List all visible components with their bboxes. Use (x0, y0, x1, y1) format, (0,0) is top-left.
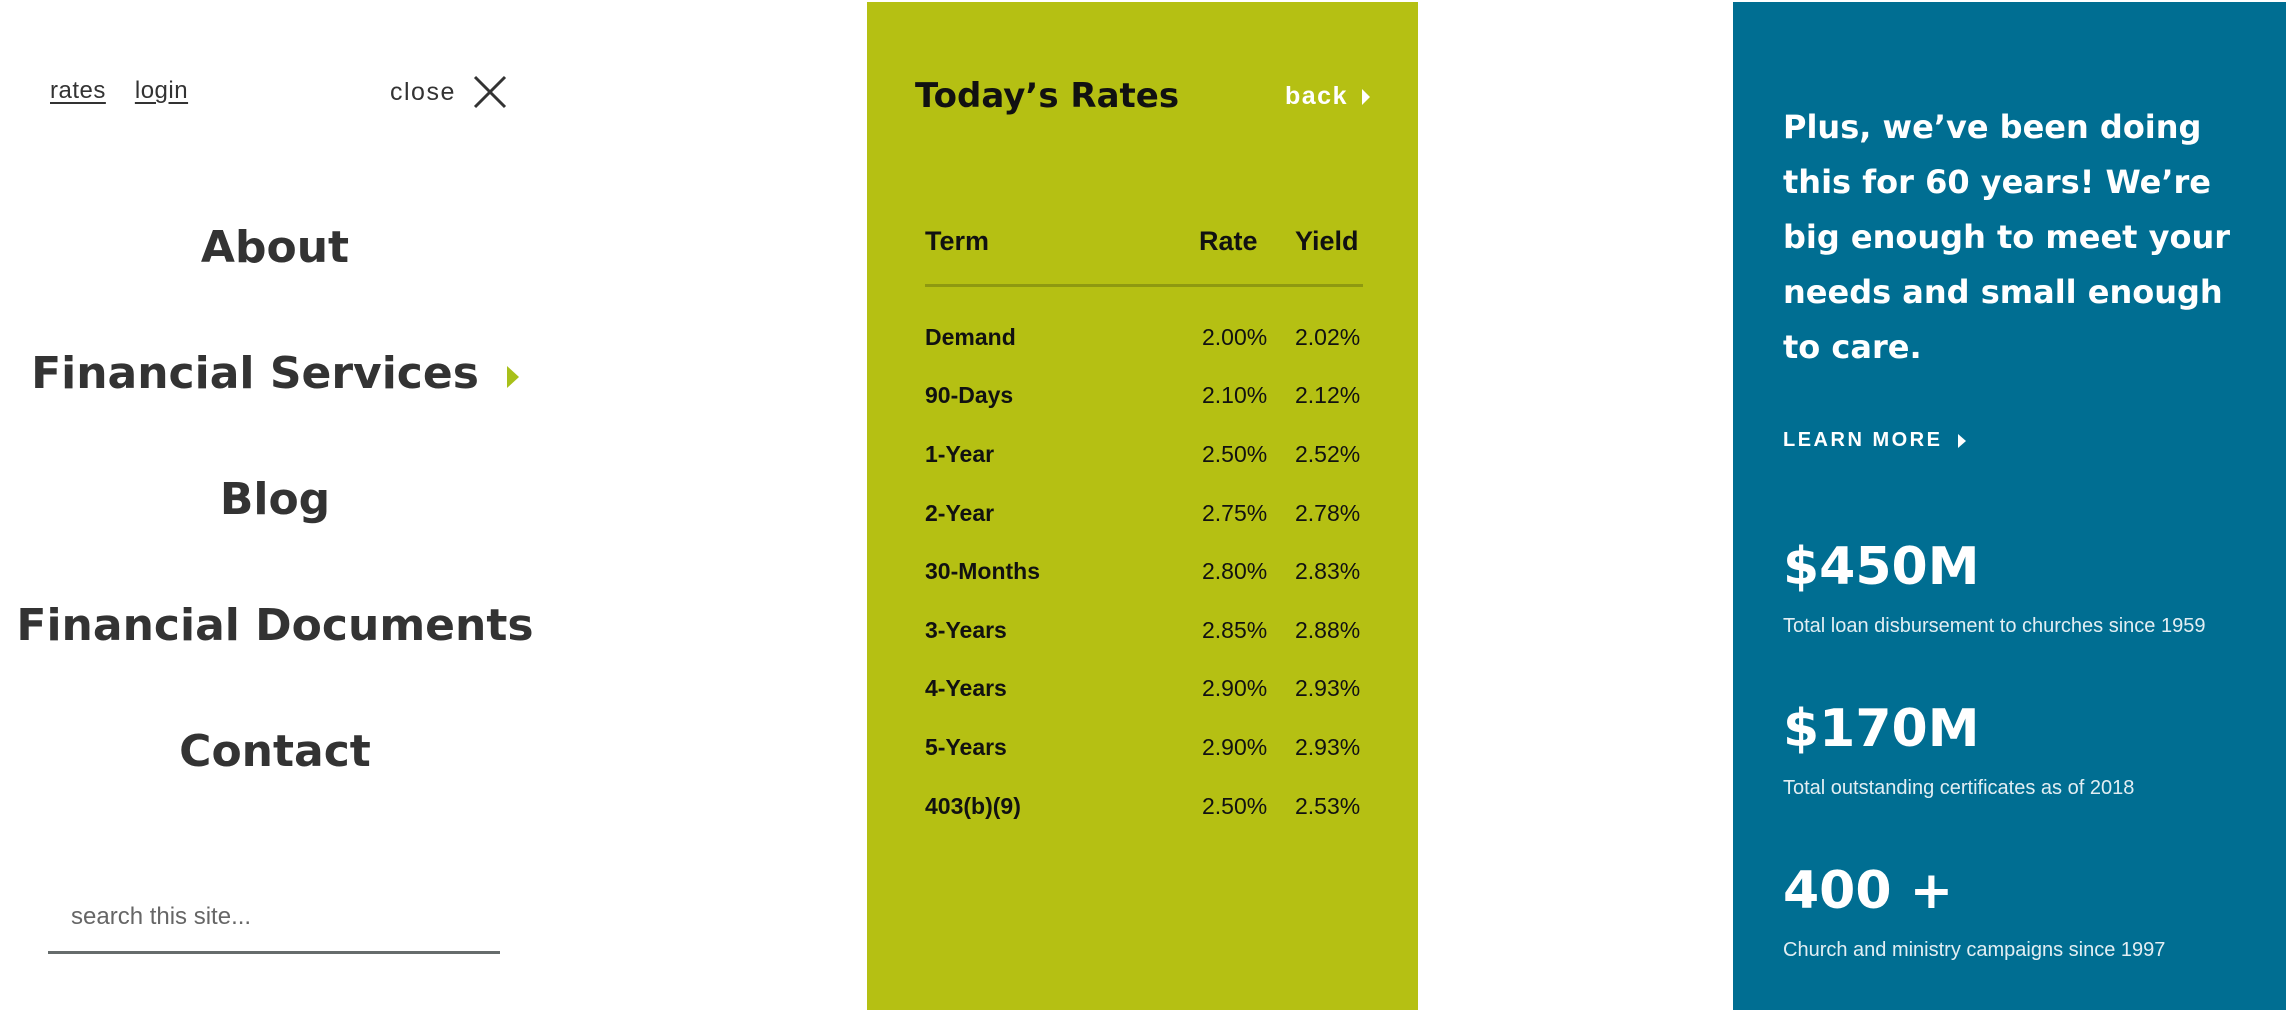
rates-panel: Today’s Rates back Term Rate Yield Deman… (867, 2, 1418, 1010)
stat-loan-disbursement: $450M Total loan disbursement to churche… (1783, 537, 2205, 638)
back-button[interactable]: back (1285, 82, 1370, 111)
nav-item-label: Financial Services (31, 348, 479, 399)
yield-cell: 2.93% (1295, 733, 1361, 760)
term-cell: Demand (925, 323, 1016, 350)
rate-cell: 2.50% (1202, 440, 1268, 467)
rate-cell: 2.50% (1202, 792, 1268, 819)
term-cell: 30-Months (925, 558, 1040, 585)
term-cell: 3-Years (925, 616, 1007, 643)
term-cell: 90-Days (925, 382, 1014, 409)
table-row: 5-Years 2.90% 2.93% (925, 718, 1363, 777)
term-cell: 1-Year (925, 440, 995, 467)
stat-description: Total outstanding certificates as of 201… (1783, 777, 2135, 799)
nav-item-about[interactable]: About (0, 222, 550, 348)
close-label: close (390, 77, 456, 106)
yield-cell: 2.88% (1295, 616, 1361, 643)
column-header-yield: Yield (1295, 225, 1359, 256)
stat-description: Total loan disbursement to churches sinc… (1783, 615, 2206, 637)
top-links: rates login (50, 77, 188, 105)
rate-cell: 2.00% (1202, 323, 1268, 350)
search-field (48, 887, 500, 954)
nav-item-contact[interactable]: Contact (0, 726, 550, 852)
stat-value: $170M (1783, 699, 1980, 759)
rates-table-header: Term Rate Yield (925, 216, 1363, 287)
rate-cell: 2.75% (1202, 499, 1268, 526)
stat-value: 400 + (1783, 861, 1954, 921)
learn-more-label: LEARN MORE (1783, 429, 1943, 451)
learn-more-link[interactable]: LEARN MORE (1783, 429, 1967, 452)
yield-cell: 2.02% (1295, 323, 1361, 350)
mobile-menu-panel: rates login close About Financial Servic… (0, 0, 560, 1012)
yield-cell: 2.78% (1295, 499, 1361, 526)
table-row: 4-Years 2.90% 2.93% (925, 660, 1363, 719)
chevron-right-icon[interactable] (506, 366, 519, 388)
promo-text: Plus, we’ve been doing this for 60 years… (1783, 108, 2231, 366)
rates-table-body: Demand 2.00% 2.02% 90-Days 2.10% 2.12% 1… (925, 308, 1363, 835)
nav-item-blog[interactable]: Blog (0, 474, 550, 600)
rate-cell: 2.90% (1202, 675, 1268, 702)
term-cell: 5-Years (925, 733, 1007, 760)
close-icon (473, 75, 506, 109)
stat-value: $450M (1783, 537, 1980, 597)
nav-item-label: Contact (179, 726, 371, 777)
nav-item-label: About (200, 222, 350, 273)
table-row: 2-Year 2.75% 2.78% (925, 484, 1363, 543)
login-link[interactable]: login (135, 77, 188, 105)
nav-item-financial-documents[interactable]: Financial Documents (0, 600, 550, 726)
search-input[interactable] (48, 887, 500, 947)
table-row: 1-Year 2.50% 2.52% (925, 425, 1363, 484)
rate-cell: 2.85% (1202, 616, 1268, 643)
main-nav: About Financial Services Blog Financial … (0, 222, 550, 852)
table-row: 403(b)(9) 2.50% 2.53% (925, 777, 1363, 836)
rate-cell: 2.10% (1202, 382, 1268, 409)
chevron-right-icon (1958, 433, 1967, 448)
rate-cell: 2.90% (1202, 733, 1268, 760)
column-header-term: Term (925, 225, 990, 256)
table-row: 3-Years 2.85% 2.88% (925, 601, 1363, 660)
term-cell: 2-Year (925, 499, 995, 526)
term-cell: 403(b)(9) (925, 792, 1021, 819)
chevron-right-icon (1361, 88, 1370, 105)
yield-cell: 2.52% (1295, 440, 1361, 467)
close-menu-button[interactable]: close (390, 74, 508, 110)
yield-cell: 2.83% (1295, 558, 1361, 585)
rates-table: Term Rate Yield Demand 2.00% 2.02% 90-Da… (925, 216, 1363, 835)
nav-item-financial-services[interactable]: Financial Services (0, 348, 550, 474)
yield-cell: 2.53% (1295, 792, 1361, 819)
rates-link[interactable]: rates (50, 77, 106, 105)
back-label: back (1285, 82, 1348, 110)
term-cell: 4-Years (925, 675, 1007, 702)
yield-cell: 2.93% (1295, 675, 1361, 702)
stat-outstanding-certificates: $170M Total outstanding certificates as … (1783, 699, 2134, 800)
stat-ministry-campaigns: 400 + Church and ministry campaigns sinc… (1783, 861, 2165, 962)
table-row: Demand 2.00% 2.02% (925, 308, 1363, 367)
nav-item-label: Blog (219, 474, 331, 525)
table-row: 30-Months 2.80% 2.83% (925, 542, 1363, 601)
table-row: 90-Days 2.10% 2.12% (925, 367, 1363, 426)
column-header-rate: Rate (1199, 225, 1258, 256)
yield-cell: 2.12% (1295, 382, 1361, 409)
stat-description: Church and ministry campaigns since 1997 (1783, 939, 2166, 961)
promo-panel: Plus, we’ve been doing this for 60 years… (1733, 2, 2286, 1010)
rate-cell: 2.80% (1202, 558, 1268, 585)
rates-title: Today’s Rates (915, 76, 1180, 116)
nav-item-label: Financial Documents (16, 600, 534, 651)
